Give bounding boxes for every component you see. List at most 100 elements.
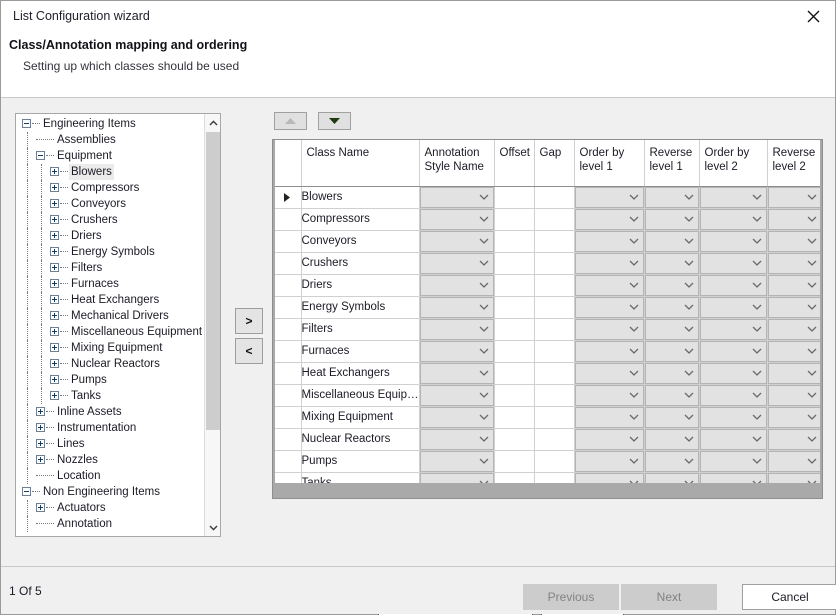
combo-reverse-level-1[interactable] xyxy=(644,318,699,340)
tree-item-driers[interactable]: Driers xyxy=(16,228,205,244)
cell-class-name[interactable]: Filters xyxy=(301,318,420,341)
cell-order-by-level-2[interactable] xyxy=(699,274,768,297)
combo-reverse-level-2[interactable] xyxy=(767,274,822,296)
combo-annotation-style-name[interactable] xyxy=(419,406,494,428)
tree-item-non-engineering-items[interactable]: Non Engineering Items xyxy=(16,484,205,500)
tree-expand-icon[interactable] xyxy=(50,311,59,321)
combo-annotation-style-name[interactable] xyxy=(419,318,494,340)
tree-scrollbar-thumb[interactable] xyxy=(206,132,220,430)
combo-order-by-level-1[interactable] xyxy=(574,296,644,318)
combo-reverse-level-1[interactable] xyxy=(644,450,699,472)
cell-reverse-level-2[interactable] xyxy=(767,362,822,385)
cell-reverse-level-1[interactable] xyxy=(644,450,700,473)
table-row[interactable]: Energy Symbols xyxy=(273,296,822,319)
previous-button[interactable]: Previous xyxy=(523,584,619,610)
grid-header-class-name[interactable]: Class Name xyxy=(301,140,420,187)
combo-reverse-level-2[interactable] xyxy=(767,186,822,208)
cell-gap[interactable] xyxy=(534,384,575,407)
row-selector-cell[interactable] xyxy=(273,296,302,319)
cell-gap[interactable] xyxy=(534,208,575,231)
cell-offset[interactable] xyxy=(494,450,535,473)
combo-reverse-level-1[interactable] xyxy=(644,274,699,296)
cell-offset[interactable] xyxy=(494,274,535,297)
cell-class-name[interactable]: Energy Symbols xyxy=(301,296,420,319)
combo-order-by-level-2[interactable] xyxy=(699,362,767,384)
cell-reverse-level-2[interactable] xyxy=(767,340,822,363)
table-row[interactable]: Blowers xyxy=(273,186,822,209)
cell-offset[interactable] xyxy=(494,362,535,385)
cell-order-by-level-2[interactable] xyxy=(699,362,768,385)
combo-order-by-level-2[interactable] xyxy=(699,340,767,362)
cell-gap[interactable] xyxy=(534,340,575,363)
tree-item-actuators[interactable]: Actuators xyxy=(16,500,205,516)
cell-offset[interactable] xyxy=(494,340,535,363)
cell-gap[interactable] xyxy=(534,296,575,319)
combo-order-by-level-2[interactable] xyxy=(699,208,767,230)
grid-header-selector[interactable] xyxy=(273,140,302,187)
table-row[interactable]: Miscellaneous Equip… xyxy=(273,384,822,407)
tree-expand-icon[interactable] xyxy=(50,295,59,305)
cell-order-by-level-1[interactable] xyxy=(574,274,645,297)
cell-reverse-level-1[interactable] xyxy=(644,208,700,231)
combo-order-by-level-2[interactable] xyxy=(699,450,767,472)
combo-order-by-level-1[interactable] xyxy=(574,406,644,428)
tree-scroll-down-button[interactable] xyxy=(205,519,220,536)
combo-reverse-level-2[interactable] xyxy=(767,428,822,450)
move-row-down-button[interactable] xyxy=(318,112,352,130)
tree-expand-icon[interactable] xyxy=(50,343,59,353)
table-row[interactable]: Driers xyxy=(273,274,822,297)
combo-order-by-level-1[interactable] xyxy=(574,252,644,274)
cell-reverse-level-1[interactable] xyxy=(644,186,700,209)
combo-order-by-level-2[interactable] xyxy=(699,252,767,274)
tree-scroll-up-button[interactable] xyxy=(205,114,220,131)
tree-item-conveyors[interactable]: Conveyors xyxy=(16,196,205,212)
cell-reverse-level-2[interactable] xyxy=(767,384,822,407)
tree-item-tanks[interactable]: Tanks xyxy=(16,388,205,404)
cell-reverse-level-2[interactable] xyxy=(767,318,822,341)
cell-annotation-style-name[interactable] xyxy=(419,340,495,363)
tree-expand-icon[interactable] xyxy=(36,407,45,417)
row-selector-cell[interactable] xyxy=(273,428,302,451)
cell-class-name[interactable]: Crushers xyxy=(301,252,420,275)
combo-reverse-level-2[interactable] xyxy=(767,296,822,318)
cell-reverse-level-1[interactable] xyxy=(644,406,700,429)
tree-item-equipment[interactable]: Equipment xyxy=(16,148,205,164)
cell-class-name[interactable]: Driers xyxy=(301,274,420,297)
cell-gap[interactable] xyxy=(534,362,575,385)
table-row[interactable]: Pumps xyxy=(273,450,822,473)
tree-expand-icon[interactable] xyxy=(50,359,59,369)
cell-class-name[interactable]: Heat Exchangers xyxy=(301,362,420,385)
grid-header-reverse-level-2[interactable]: Reverse level 2 xyxy=(767,140,822,187)
cell-reverse-level-1[interactable] xyxy=(644,274,700,297)
grid-header-order-by-level-2[interactable]: Order by level 2 xyxy=(699,140,768,187)
tree-expand-icon[interactable] xyxy=(50,167,59,177)
tree-expand-icon[interactable] xyxy=(36,503,45,513)
combo-reverse-level-1[interactable] xyxy=(644,296,699,318)
cell-class-name[interactable]: Miscellaneous Equip… xyxy=(301,384,420,407)
row-selector-cell[interactable] xyxy=(273,406,302,429)
cell-order-by-level-1[interactable] xyxy=(574,362,645,385)
cancel-button[interactable]: Cancel xyxy=(742,584,836,610)
combo-annotation-style-name[interactable] xyxy=(419,340,494,362)
combo-reverse-level-1[interactable] xyxy=(644,230,699,252)
combo-reverse-level-2[interactable] xyxy=(767,318,822,340)
combo-order-by-level-1[interactable] xyxy=(574,318,644,340)
class-tree[interactable]: Engineering Items Assemblies Equipment Blow… xyxy=(15,113,221,537)
tree-expand-icon[interactable] xyxy=(50,279,59,289)
cell-order-by-level-1[interactable] xyxy=(574,450,645,473)
cell-order-by-level-2[interactable] xyxy=(699,340,768,363)
cell-order-by-level-1[interactable] xyxy=(574,186,645,209)
cell-annotation-style-name[interactable] xyxy=(419,252,495,275)
cell-reverse-level-2[interactable] xyxy=(767,252,822,275)
cell-order-by-level-1[interactable] xyxy=(574,252,645,275)
tree-collapse-icon[interactable] xyxy=(22,487,31,497)
cell-reverse-level-2[interactable] xyxy=(767,406,822,429)
cell-reverse-level-2[interactable] xyxy=(767,450,822,473)
close-button[interactable] xyxy=(791,1,835,31)
cell-gap[interactable] xyxy=(534,318,575,341)
combo-reverse-level-1[interactable] xyxy=(644,340,699,362)
remove-from-grid-button[interactable]: < xyxy=(235,338,263,364)
cell-reverse-level-2[interactable] xyxy=(767,428,822,451)
tree-item-mixing-equipment[interactable]: Mixing Equipment xyxy=(16,340,205,356)
tree-item-nozzles[interactable]: Nozzles xyxy=(16,452,205,468)
